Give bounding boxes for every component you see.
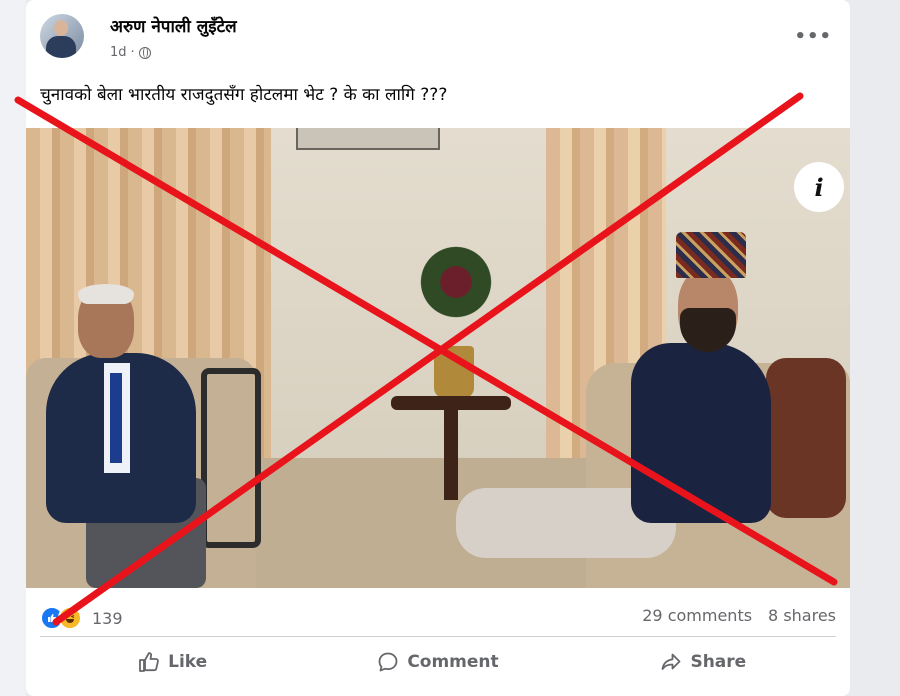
share-icon [660,651,682,673]
comment-icon [377,651,399,673]
comments-count[interactable]: 29 comments [642,606,752,625]
photo-chair [201,368,261,548]
globe-icon[interactable] [138,46,151,59]
post-card: अरुण नेपाली लुइँटेल 1d · ••• चुनावको बेल… [26,0,850,696]
meta-separator: · [130,45,135,60]
left-background-strip [0,0,26,696]
post-header: अरुण नेपाली लुइँटेल 1d · ••• [40,12,836,68]
reaction-count: 139 [92,608,123,628]
like-button[interactable]: Like [40,638,305,686]
actions-divider [40,636,836,637]
post-meta: 1d · [110,45,151,60]
like-label: Like [168,652,208,672]
comment-button[interactable]: Comment [305,638,570,686]
photo-right-man-cap [676,232,746,278]
author-avatar[interactable] [40,14,84,58]
reaction-stats: 139 29 comments 8 shares [40,604,836,634]
post-text: चुनावको बेला भारतीय राजदुतसँग होटलमा भेट… [40,85,448,105]
photo-cushion [766,358,846,518]
post-actions: Like Comment Share [40,638,836,686]
photo-plant-pot [434,346,474,398]
shares-count[interactable]: 8 shares [768,606,836,625]
avatar-body [46,36,76,58]
thumbs-up-icon [138,651,160,673]
author-name[interactable]: अरुण नेपाली लुइँटेल [110,14,237,37]
haha-reaction-icon [58,606,82,630]
photo-table-leg [444,410,458,500]
reactions-summary[interactable]: 139 [40,606,123,630]
avatar-head [54,20,68,36]
photo-plant [416,238,496,348]
engagement-counts: 29 comments 8 shares [642,606,836,625]
info-icon[interactable]: i [794,162,844,212]
photo-table [391,396,511,410]
share-button[interactable]: Share [571,638,836,686]
comment-label: Comment [407,652,499,672]
post-time[interactable]: 1d [110,45,127,60]
photo-left-man-hair [78,284,134,304]
photo-left-man-tie [110,373,122,463]
more-icon[interactable]: ••• [794,26,832,47]
share-label: Share [690,652,747,672]
post-photo[interactable]: i [26,128,850,588]
photo-wall-frame [296,128,440,150]
photo-right-man-suit [631,343,771,523]
